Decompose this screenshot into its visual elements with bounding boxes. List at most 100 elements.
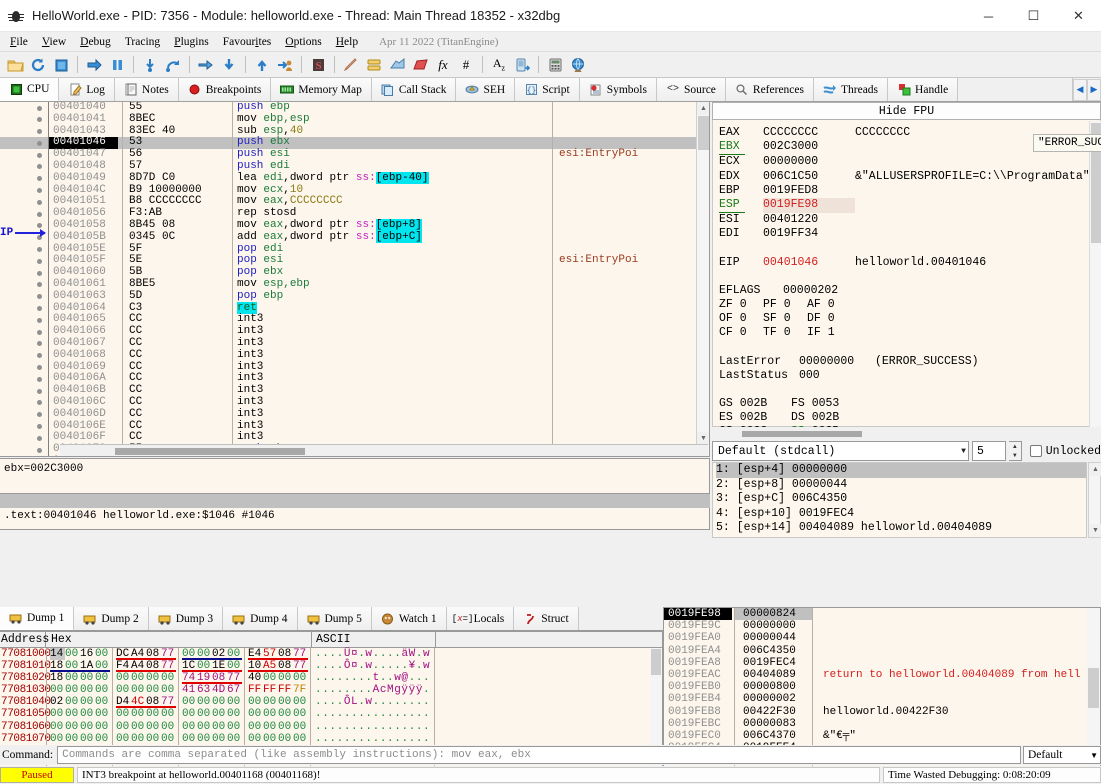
segment-row[interactable]: CS 0023SS 002B	[719, 425, 1100, 427]
tab-symbols[interactable]: Symbols	[579, 78, 657, 101]
disassembly-row[interactable]: 00401049 8D7D C0 lea edi,dword ptr ss:[ebp…	[0, 171, 709, 185]
flag-tf[interactable]: TF 0	[763, 326, 807, 340]
disassembly-row[interactable]: 00401061 8BE5 mov esp,ebp	[0, 278, 709, 291]
register-row-esi[interactable]: ESI 00401220	[719, 213, 1100, 227]
breakpoint-gutter[interactable]	[0, 326, 48, 338]
dump-row[interactable]: 77081020 18 00 00 00 00 00 00 00 74 19 08 77 40 00 00 00…	[0, 672, 662, 685]
segment-row[interactable]: ES 002B DS 002B	[719, 411, 1100, 425]
disassembly-row[interactable]: 00401040 55 push ebp	[0, 102, 709, 114]
dump-tab-dump-5[interactable]: Dump 5	[297, 607, 372, 630]
registers-vertical-scrollbar[interactable]	[1089, 121, 1101, 427]
script-icon[interactable]: S	[307, 54, 329, 76]
open-icon[interactable]	[4, 54, 26, 76]
disassembly-row[interactable]: 0040106D CC int3	[0, 408, 709, 421]
maximize-button[interactable]: ☐	[1011, 0, 1056, 32]
disassembly-row[interactable]: 00401064 C3 ret	[0, 301, 709, 315]
stack-row[interactable]: 0019FEAC 00404089 return to helloworld.004…	[664, 668, 1100, 682]
breakpoint-gutter[interactable]	[0, 456, 48, 457]
argument-row[interactable]: 1: [esp+4] 00000000	[716, 463, 1086, 478]
breakpoint-gutter[interactable]	[0, 137, 48, 149]
scroll-up-arrow[interactable]: ▲	[697, 102, 709, 115]
stack-row[interactable]: 0019FEB8 00422F30 helloworld.00422F30	[664, 705, 1100, 718]
dump-row[interactable]: 77081030 00 00 00 00 00 00 00 00 41 63 4D 67 FF FF FF 7F…	[0, 684, 662, 697]
calculator-fx-icon[interactable]: fx	[432, 54, 454, 76]
dump-tab-dump-1[interactable]: Dump 1	[0, 607, 75, 630]
restart-icon[interactable]	[27, 54, 49, 76]
disassembly-row[interactable]: 0040106C CC int3	[0, 396, 709, 409]
disassembly-row[interactable]: 00401067 CC int3	[0, 337, 709, 350]
flag-if[interactable]: IF 1	[807, 326, 851, 340]
flag-zf[interactable]: ZF 0	[719, 298, 763, 312]
run-icon[interactable]	[83, 54, 105, 76]
run-user-code-icon[interactable]	[274, 54, 296, 76]
register-value[interactable]: 0019FE98	[763, 198, 855, 214]
stack-row[interactable]: 0019FEB4 00000002	[664, 693, 1100, 706]
column-header-hex[interactable]: Hex	[46, 632, 312, 647]
breakpoint-gutter[interactable]	[0, 102, 48, 114]
breakpoints-icon[interactable]	[363, 54, 385, 76]
disassembly-row[interactable]: 00401066 CC int3	[0, 325, 709, 338]
tab-memory-map[interactable]: Memory Map	[271, 78, 372, 101]
flag-df[interactable]: DF 0	[807, 312, 851, 326]
breakpoint-gutter[interactable]	[0, 338, 48, 350]
argument-row[interactable]: 5: [esp+14] 00404089 helloworld.00404089	[716, 521, 1086, 536]
tab-seh[interactable]: SEH	[456, 78, 516, 101]
tab-source[interactable]: <> Source	[656, 78, 726, 101]
flag-af[interactable]: AF 0	[807, 298, 851, 312]
argument-row[interactable]: 4: [esp+10] 0019FEC4	[716, 507, 1086, 522]
scroll-thumb[interactable]	[698, 116, 709, 150]
menu-file[interactable]: File	[3, 34, 35, 50]
flag-sf[interactable]: SF 0	[763, 312, 807, 326]
dump-tab-dump-3[interactable]: Dump 3	[148, 607, 224, 630]
column-header-ascii[interactable]: ASCII	[312, 632, 436, 647]
dump-tab-watch-1[interactable]: Watch 1	[371, 607, 447, 630]
hide-fpu-button[interactable]: Hide FPU	[712, 102, 1101, 120]
disassembly-row[interactable]: 00401041 8BEC mov ebp,esp	[0, 113, 709, 126]
dump-tab-dump-4[interactable]: Dump 4	[223, 607, 298, 630]
dump-row[interactable]: 77081040 02 00 00 00 D4 4C 08 77 00 00 00 00 00 00 00 00…	[0, 696, 662, 709]
menu-view[interactable]: View	[35, 34, 73, 50]
argument-row[interactable]: 2: [esp+8] 00000044	[716, 478, 1086, 493]
disassembly-row[interactable]: 0040105F 5E pop esi esi:EntryPoi	[0, 254, 709, 268]
stop-icon[interactable]	[50, 54, 72, 76]
flag-of[interactable]: OF 0	[719, 312, 763, 326]
scroll-up-arrow[interactable]: ▲	[1089, 463, 1101, 476]
stack-row[interactable]: 0019FEB0 00000800	[664, 681, 1100, 694]
disassembly-row[interactable]: 0040106A CC int3	[0, 372, 709, 386]
disassembly-row[interactable]: 00401048 57 push edi	[0, 160, 709, 173]
breakpoint-gutter[interactable]	[0, 385, 48, 397]
stack-row[interactable]: 0019FEA4 006C4350	[664, 644, 1100, 657]
flags-row[interactable]: ZF 0 PF 0 AF 0	[719, 298, 1100, 312]
step-over-icon[interactable]	[162, 54, 184, 76]
unlocked-checkbox-group[interactable]: Unlocked	[1029, 445, 1101, 458]
breakpoint-gutter[interactable]	[0, 291, 48, 303]
breakpoint-gutter[interactable]	[0, 432, 48, 444]
hash-icon[interactable]: #	[455, 54, 477, 76]
run-up-icon[interactable]	[251, 54, 273, 76]
stack-row[interactable]: 0019FEBC 00000083	[664, 717, 1100, 730]
eflags-row[interactable]: EFLAGS 00000202	[719, 284, 1100, 298]
register-value[interactable]: 006C1C50	[763, 170, 855, 184]
breakpoint-gutter[interactable]	[0, 114, 48, 126]
font-icon[interactable]: Az	[488, 54, 510, 76]
disassembly-row[interactable]: 0040106B CC int3	[0, 384, 709, 397]
segment-fs[interactable]: FS 0053	[791, 397, 863, 411]
arguments-pane[interactable]: 1: [esp+4] 00000000 2: [esp+8] 00000044 3:…	[712, 462, 1087, 538]
last-error-row[interactable]: LastError 00000000 (ERROR_SUCCESS)	[719, 355, 1100, 369]
disassembly-row[interactable]: 00401047 56 push esi esi:EntryPoi	[0, 148, 709, 161]
breakpoint-gutter[interactable]	[0, 303, 48, 315]
breakpoint-gutter[interactable]	[0, 314, 48, 326]
tab-references[interactable]: References	[725, 78, 814, 101]
register-value[interactable]: 00401220	[763, 213, 855, 227]
breakpoint-gutter[interactable]	[0, 149, 48, 161]
segment-ss[interactable]: SS 002B	[791, 425, 863, 427]
dump-tab-dump-2[interactable]: Dump 2	[74, 607, 149, 630]
stack-row[interactable]: 0019FE98 00000824	[664, 608, 1100, 621]
disassembly-row[interactable]: 00401065 CC int3	[0, 313, 709, 327]
run-to-cursor-icon[interactable]	[195, 54, 217, 76]
tab-scroll-right-button[interactable]: ▶	[1087, 78, 1101, 101]
disassembly-vertical-scrollbar[interactable]: ▲ ▼	[696, 102, 709, 445]
segment-ds[interactable]: DS 002B	[791, 411, 863, 425]
calling-convention-select[interactable]: Default (stdcall) ▼	[712, 441, 969, 461]
pencil-icon[interactable]	[340, 54, 362, 76]
